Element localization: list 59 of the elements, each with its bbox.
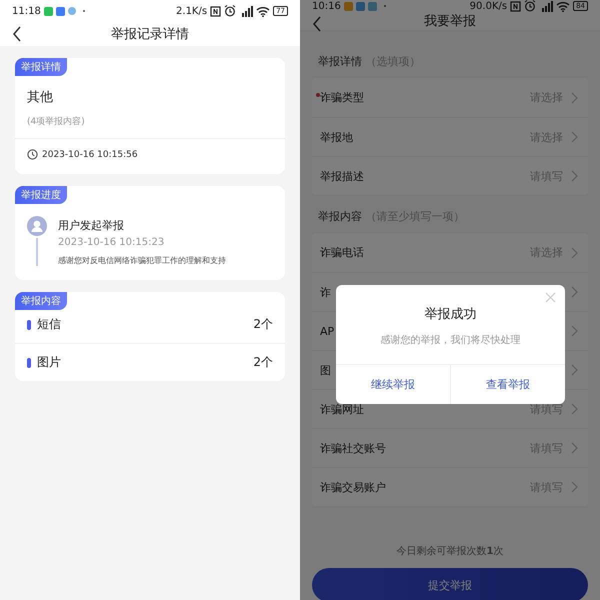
- content-type: 短信: [37, 316, 61, 333]
- dialog-button[interactable]: 查看举报: [450, 365, 565, 404]
- field-label: 诈骗类型: [320, 90, 364, 105]
- bullet-icon: [27, 320, 31, 330]
- status-time: 10:16: [312, 0, 341, 12]
- chevron-icon: [571, 170, 578, 182]
- step-message: 感谢您对反电信网络诈骗犯罪工作的理解和支持: [58, 255, 226, 266]
- chevron-icon: [571, 364, 578, 376]
- field-label: 诈骗社交账号: [320, 440, 386, 456]
- clock-icon: [27, 149, 38, 160]
- field-label: 诈骗交易账户: [320, 480, 386, 494]
- dialog-message: 感谢您的举报，我们将尽快处理: [380, 334, 522, 348]
- wifi-icon: [256, 6, 270, 16]
- chevron-icon: [571, 131, 578, 143]
- chevron-icon: [571, 481, 578, 493]
- content-count: 2个: [253, 316, 273, 333]
- back-icon[interactable]: [12, 26, 22, 42]
- field-label: 诈: [320, 284, 331, 300]
- chevron-icon: [571, 442, 578, 454]
- report-time: 2023-10-16 10:15:56: [42, 150, 138, 160]
- bullet-icon: [27, 358, 31, 368]
- signal-icon: [539, 0, 554, 12]
- network-speed: 2.1K/s: [176, 6, 208, 16]
- field-label: 举报地: [320, 130, 353, 144]
- content-type: 图片: [37, 354, 61, 371]
- content-count: (4项举报内容): [26, 116, 86, 129]
- nfc-icon: [510, 0, 522, 12]
- chevron-icon: [571, 246, 578, 258]
- network-speed: 90.0K/s: [470, 0, 508, 12]
- submit-button[interactable]: 提交举报: [312, 568, 588, 600]
- step-title: 用户发起举报: [58, 218, 125, 233]
- section-tag: 举报内容: [15, 292, 67, 310]
- chevron-icon: [571, 325, 578, 337]
- nfc-icon: [210, 6, 222, 16]
- page-title: 我要举报: [424, 13, 476, 30]
- dialog-title: 举报成功: [424, 306, 478, 323]
- wifi-icon: [556, 0, 570, 12]
- chevron-icon: [571, 286, 578, 298]
- section-title: 举报详情: [318, 55, 362, 68]
- section-tag: 举报详情: [15, 58, 67, 76]
- content-count: 2个: [253, 354, 273, 371]
- field-label: AP: [320, 324, 334, 338]
- page-title: 举报记录详情: [111, 26, 189, 43]
- section-title: 举报内容: [318, 210, 362, 223]
- step-time: 2023-10-16 10:15:23: [58, 237, 166, 248]
- status-time: 11:18: [12, 6, 41, 16]
- chevron-icon: [571, 92, 578, 104]
- field-label: 诈骗电话: [320, 245, 364, 260]
- chevron-icon: [571, 403, 578, 415]
- report-category: 其他: [26, 89, 54, 106]
- field-label: 诈骗网址: [320, 402, 364, 416]
- alarm-icon: [224, 5, 236, 17]
- signal-icon: [239, 6, 254, 16]
- avatar-icon: [27, 216, 47, 236]
- alarm-icon: [524, 0, 536, 12]
- field-label: 图: [320, 362, 331, 378]
- field-label: 举报描述: [320, 168, 364, 184]
- remaining-count: 今日剩余可举报次数1次: [396, 544, 504, 558]
- section-tag: 举报进度: [15, 186, 67, 204]
